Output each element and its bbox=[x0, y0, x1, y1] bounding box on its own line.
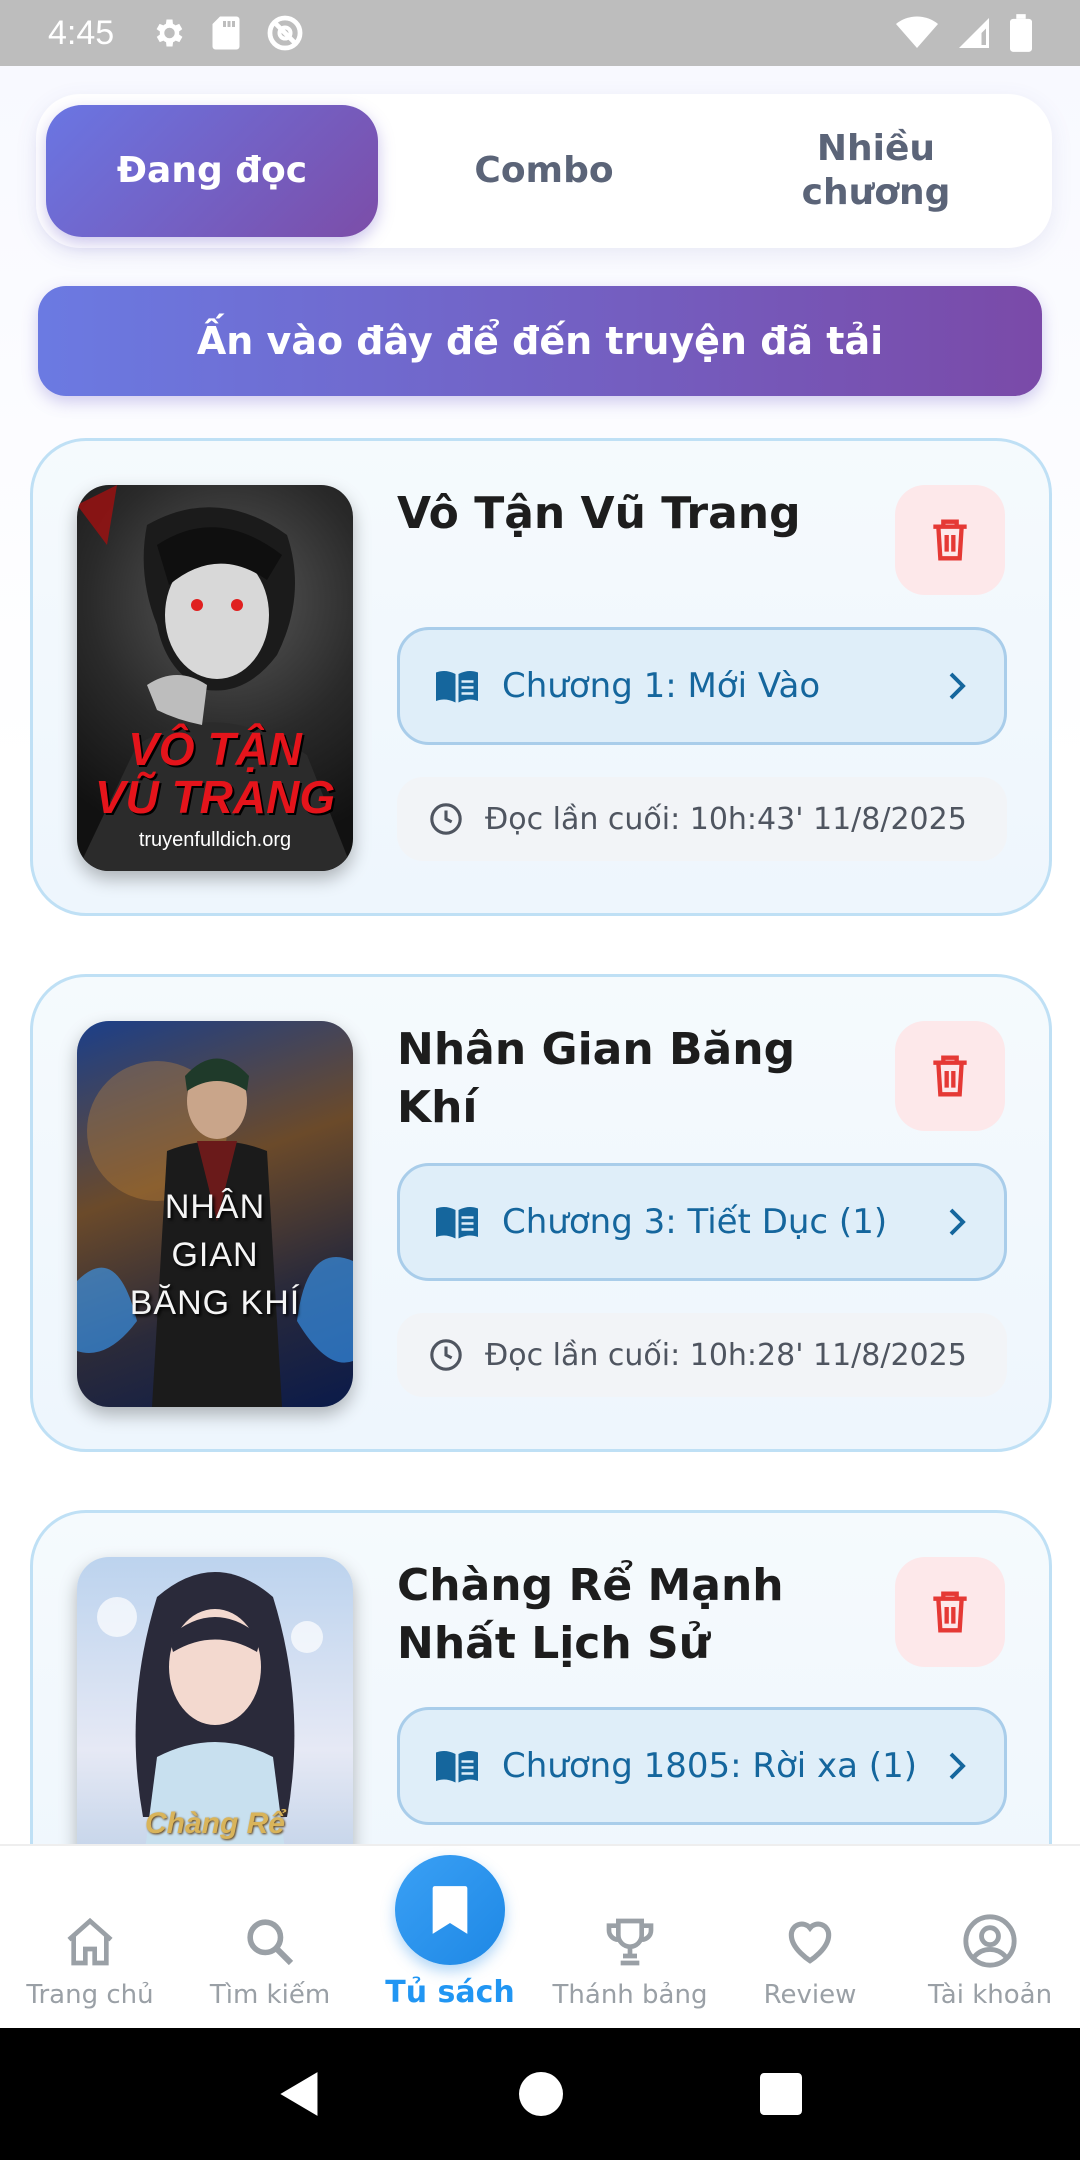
nav-bookshelf[interactable]: Tủ sách bbox=[360, 1846, 540, 2028]
continue-chapter-button[interactable]: Chương 1: Mới Vào bbox=[397, 627, 1007, 745]
last-read-text: Đọc lần cuối: 10h:28' 11/8/2025 bbox=[485, 1337, 967, 1373]
delete-button[interactable] bbox=[895, 1021, 1005, 1131]
nav-label: Review bbox=[763, 1980, 857, 2010]
last-read-text: Đọc lần cuối: 10h:43' 11/8/2025 bbox=[485, 801, 967, 837]
cover-title: Chàng Rể bbox=[144, 1807, 285, 1840]
nav-label: Trang chủ bbox=[26, 1980, 154, 2010]
cover-site: truyenfulldich.org bbox=[138, 829, 292, 851]
trash-icon bbox=[933, 1055, 967, 1097]
tab-combo[interactable]: Combo bbox=[378, 105, 710, 237]
continue-chapter-button[interactable]: Chương 3: Tiết Dục (1) bbox=[397, 1163, 1007, 1281]
wifi-icon bbox=[896, 16, 938, 48]
book-open-icon bbox=[436, 670, 478, 703]
book-cover[interactable]: Chàng Rể bbox=[77, 1557, 353, 1844]
chapter-label: Chương 1805: Rời xa (1) bbox=[502, 1746, 917, 1786]
heart-icon bbox=[788, 1921, 832, 1964]
delete-button[interactable] bbox=[895, 1557, 1005, 1667]
trash-icon bbox=[933, 519, 967, 561]
book-title[interactable]: Vô Tận Vũ Trang bbox=[397, 485, 857, 543]
status-icons-right bbox=[896, 14, 1032, 52]
chevron-right-icon bbox=[949, 1208, 966, 1236]
clock-icon bbox=[430, 803, 462, 835]
bookshelf-screen: Đang đọc Combo Nhiều chương Ấn vào đây đ… bbox=[0, 66, 1080, 1844]
nav-search[interactable]: Tìm kiếm bbox=[180, 1846, 360, 2028]
delete-button[interactable] bbox=[895, 485, 1005, 595]
at-sign-icon bbox=[267, 15, 303, 51]
gear-icon bbox=[156, 19, 183, 47]
book-card[interactable]: Chàng Rể Chàng Rể Mạnh Nhất Lịch Sử Chươ… bbox=[30, 1510, 1052, 1844]
trash-icon bbox=[933, 1591, 967, 1633]
nav-label: Tài khoản bbox=[927, 1980, 1053, 2010]
continue-chapter-button[interactable]: Chương 1805: Rời xa (1) bbox=[397, 1707, 1007, 1825]
book-card[interactable]: NHÂN GIAN BĂNG KHÍ Nhân Gian Băng Khí Ch… bbox=[30, 974, 1052, 1452]
search-icon bbox=[247, 1919, 294, 1966]
book-title[interactable]: Nhân Gian Băng Khí bbox=[397, 1021, 857, 1137]
status-time: 4:45 bbox=[48, 13, 115, 52]
nav-label: Tủ sách bbox=[385, 1975, 515, 2010]
cover-title: VÔ TẬN VŨ TRANG bbox=[94, 723, 336, 823]
last-read-info: Đọc lần cuối: 10h:28' 11/8/2025 bbox=[397, 1313, 1007, 1397]
nav-label: Thánh bảng bbox=[552, 1980, 708, 2010]
book-cover[interactable]: NHÂN GIAN BĂNG KHÍ bbox=[77, 1021, 353, 1407]
status-icons-left bbox=[150, 14, 304, 52]
nav-home[interactable]: Trang chủ bbox=[0, 1846, 180, 2028]
home-icon bbox=[67, 1917, 113, 1966]
back-icon[interactable] bbox=[278, 2070, 322, 2118]
recents-icon[interactable] bbox=[759, 2073, 802, 2115]
trophy-icon bbox=[606, 1918, 654, 1966]
home-circle-icon[interactable] bbox=[518, 2072, 563, 2116]
nav-active-indicator bbox=[395, 1855, 505, 1965]
book-open-icon bbox=[436, 1750, 478, 1783]
signal-icon bbox=[959, 18, 989, 48]
cover-title: NHÂN GIAN BĂNG KHÍ bbox=[129, 1188, 301, 1322]
tab-reading[interactable]: Đang đọc bbox=[46, 105, 378, 237]
chapter-label: Chương 1: Mới Vào bbox=[502, 666, 821, 706]
chevron-right-icon bbox=[949, 1752, 966, 1780]
nav-label: Tìm kiếm bbox=[209, 1980, 331, 2010]
book-open-icon bbox=[436, 1206, 478, 1239]
chevron-right-icon bbox=[949, 672, 966, 700]
nav-review[interactable]: Review bbox=[720, 1846, 900, 2028]
clock-icon bbox=[430, 1339, 462, 1371]
account-icon bbox=[963, 1914, 1017, 1968]
sd-card-icon bbox=[212, 16, 240, 50]
bookmark-icon bbox=[432, 1886, 468, 1934]
book-title[interactable]: Chàng Rể Mạnh Nhất Lịch Sử bbox=[397, 1557, 857, 1673]
last-read-info: Đọc lần cuối: 10h:43' 11/8/2025 bbox=[397, 777, 1007, 861]
system-nav-bar bbox=[0, 2028, 1080, 2160]
reading-tabs: Đang đọc Combo Nhiều chương bbox=[36, 94, 1052, 248]
bottom-nav: Trang chủ Tìm kiếm Tủ sách Thánh bảng Re… bbox=[0, 1844, 1080, 2028]
status-bar: 4:45 bbox=[0, 0, 1080, 66]
tab-many-chapters[interactable]: Nhiều chương bbox=[710, 105, 1042, 237]
downloaded-stories-button[interactable]: Ấn vào đây để đến truyện đã tải bbox=[38, 286, 1042, 396]
book-card[interactable]: VÔ TẬN VŨ TRANG truyenfulldich.org Vô Tậ… bbox=[30, 438, 1052, 916]
book-cover[interactable]: VÔ TẬN VŨ TRANG truyenfulldich.org bbox=[77, 485, 353, 871]
battery-icon bbox=[1010, 14, 1032, 52]
cover-art bbox=[97, 1572, 323, 1844]
nav-ranking[interactable]: Thánh bảng bbox=[540, 1846, 720, 2028]
nav-account[interactable]: Tài khoản bbox=[900, 1846, 1080, 2028]
chapter-label: Chương 3: Tiết Dục (1) bbox=[502, 1202, 888, 1242]
